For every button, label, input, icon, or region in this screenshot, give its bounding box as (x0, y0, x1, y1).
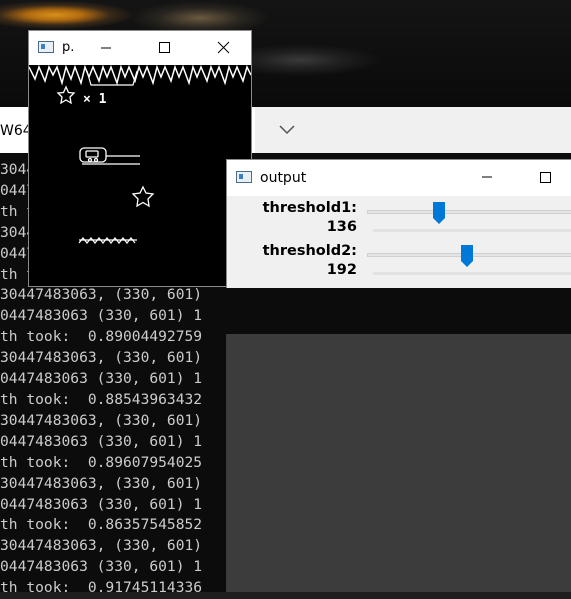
star-icon (56, 85, 76, 105)
terminal-line: 0447483063 (330, 601) 1 (0, 558, 203, 576)
terminal-line: th took: 0.86357545852 (0, 516, 203, 534)
player-sprite (79, 147, 140, 165)
app-icon (236, 171, 252, 183)
collectible-star-icon (131, 185, 155, 208)
game-window[interactable]: p. × 1 (28, 30, 252, 287)
minimize-button[interactable] (464, 160, 510, 194)
terminal-line: th took: 0.91745114336 (0, 579, 203, 597)
terminal-line: 30447483063, (330, 601) (0, 349, 203, 367)
trackbar-thumb[interactable] (461, 245, 474, 267)
output-window-title: output (260, 170, 307, 186)
trackbar-ticks (373, 229, 571, 232)
game-window-title: p. (62, 40, 75, 55)
hud-multiplier: × 1 (83, 92, 107, 107)
terminal-line: 30447483063, (330, 601) (0, 474, 203, 492)
trackbar-value: 136 (326, 219, 357, 235)
spikes-border (28, 64, 252, 86)
terminal-line: 0447483063 (330, 601) 1 (0, 432, 203, 450)
close-button[interactable] (201, 31, 247, 65)
terminal-line: 30447483063, (330, 601) (0, 537, 203, 555)
terminal-line: 0447483063 (330, 601) 1 (0, 307, 203, 325)
terminal-line: 0447483063 (330, 601) 1 (0, 370, 203, 388)
terminal-line: 30447483063, (330, 601) (0, 286, 203, 304)
trackbar-label: threshold2: (262, 243, 357, 259)
maximize-button[interactable] (141, 31, 187, 65)
output-titlebar[interactable]: output (227, 160, 571, 196)
chevron-down-icon[interactable] (276, 120, 298, 140)
terminal-line: th took: 0.89607954025 (0, 453, 203, 471)
platform (78, 237, 137, 244)
app-icon (38, 41, 54, 53)
game-titlebar[interactable]: p. (29, 31, 251, 65)
trackbar-label: threshold1: (262, 200, 357, 216)
game-canvas[interactable]: × 1 (28, 64, 252, 286)
desktop-background (226, 334, 571, 592)
trackbar-value: 192 (326, 262, 357, 278)
trackbar-ticks (373, 272, 571, 275)
terminal-tab-title: W64 (0, 123, 32, 139)
output-window[interactable]: output threshold1: 136 threshold2: 192 (226, 159, 571, 288)
terminal-line: 0447483063 (330, 601) 1 (0, 495, 203, 513)
terminal-line: 30447483063, (330, 601) (0, 411, 203, 429)
maximize-button[interactable] (522, 160, 568, 194)
trackbar-track[interactable] (367, 210, 571, 214)
trackbar-thumb[interactable] (432, 202, 445, 224)
terminal-line: th took: 0.89004492759 (0, 328, 203, 346)
terminal-line: th took: 0.88543963432 (0, 390, 203, 408)
minimize-button[interactable] (83, 31, 129, 65)
